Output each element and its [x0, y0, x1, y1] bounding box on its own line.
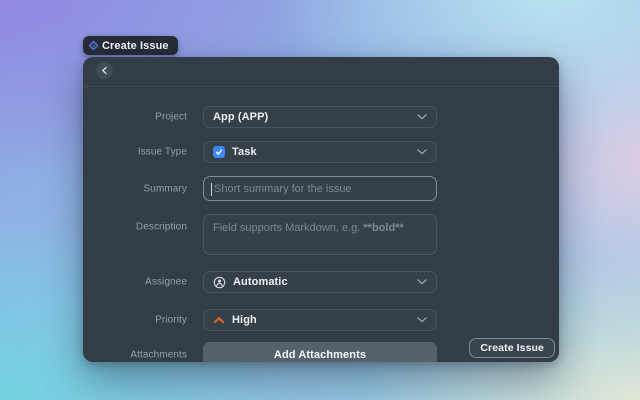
assignee-label: Assignee	[145, 276, 187, 288]
attachments-label: Attachments	[130, 349, 187, 361]
priority-high-icon	[213, 316, 225, 324]
assignee-dropdown[interactable]: Automatic	[203, 271, 437, 293]
badge-label: Create Issue	[102, 39, 169, 52]
issue-type-value: Task	[232, 146, 257, 158]
description-placeholder: Field supports Markdown, e.g. **bold**	[213, 222, 404, 234]
person-circle-icon	[213, 276, 226, 289]
project-label: Project	[155, 111, 187, 123]
project-row: Project App (APP)	[83, 106, 559, 128]
summary-row: Summary	[83, 176, 559, 201]
description-row: Description Field supports Markdown, e.g…	[83, 214, 559, 255]
desktop-background: Create Issue Project App (APP) Issue Typ…	[0, 0, 640, 400]
summary-field-frame	[203, 176, 437, 201]
chevron-down-icon	[417, 114, 427, 120]
add-attachments-button[interactable]: Add Attachments	[203, 342, 437, 362]
diamond-icon	[88, 40, 99, 51]
assignee-value: Automatic	[233, 276, 288, 288]
priority-value: High	[232, 314, 257, 326]
summary-label: Summary	[143, 183, 187, 194]
summary-input[interactable]	[204, 177, 436, 200]
text-cursor	[211, 183, 212, 196]
assignee-row: Assignee Automatic	[83, 271, 559, 293]
project-value: App (APP)	[213, 111, 269, 123]
create-issue-badge[interactable]: Create Issue	[83, 36, 178, 55]
create-issue-button[interactable]: Create Issue	[469, 338, 555, 358]
task-check-icon	[213, 146, 225, 158]
description-label: Description	[135, 221, 187, 233]
issue-type-dropdown[interactable]: Task	[203, 141, 437, 163]
back-button[interactable]	[96, 62, 113, 79]
priority-row: Priority High	[83, 309, 559, 331]
issue-type-row: Issue Type Task	[83, 141, 559, 163]
header-divider	[83, 86, 559, 87]
description-textarea[interactable]: Field supports Markdown, e.g. **bold**	[203, 214, 437, 255]
issue-type-label: Issue Type	[137, 146, 187, 158]
chevron-down-icon	[417, 279, 427, 285]
chevron-down-icon	[417, 149, 427, 155]
chevron-left-icon	[102, 66, 107, 75]
priority-label: Priority	[155, 314, 187, 326]
project-dropdown[interactable]: App (APP)	[203, 106, 437, 128]
priority-dropdown[interactable]: High	[203, 309, 437, 331]
chevron-down-icon	[417, 317, 427, 323]
create-issue-dialog: Project App (APP) Issue Type Task Summar…	[83, 57, 559, 362]
